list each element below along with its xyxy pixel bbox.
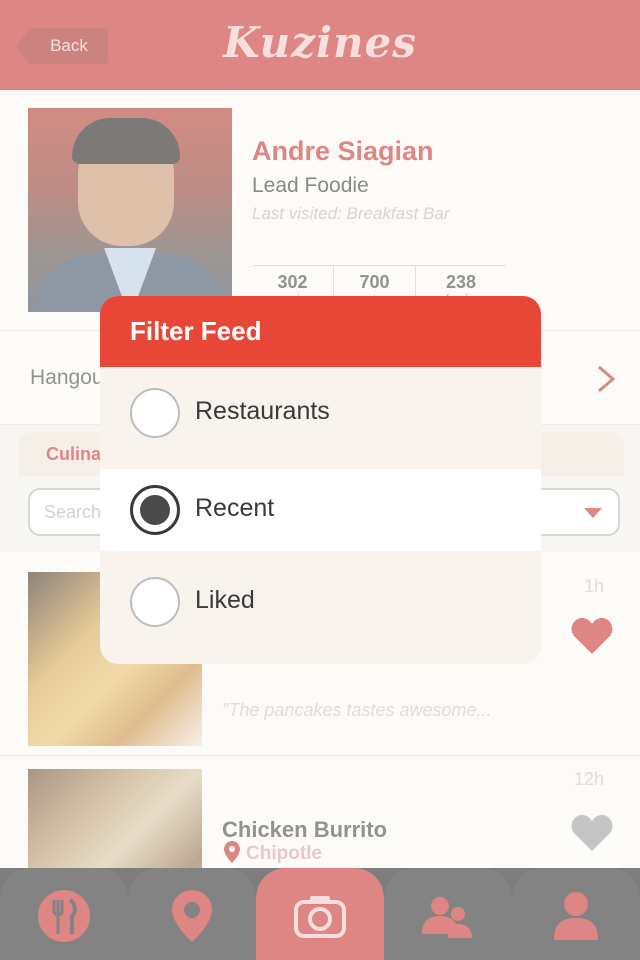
radio-button[interactable] xyxy=(130,388,180,438)
option-label: Liked xyxy=(195,586,255,614)
radio-button[interactable] xyxy=(130,577,180,627)
dialog-header: Filter Feed xyxy=(100,296,541,367)
option-label: Recent xyxy=(195,494,275,522)
filter-option-recent[interactable]: Recent xyxy=(100,469,541,551)
filter-option-restaurants[interactable]: Restaurants xyxy=(100,367,541,457)
filter-feed-dialog: Filter Feed Restaurants Recent Liked xyxy=(100,296,541,664)
filter-option-liked[interactable]: Liked xyxy=(100,557,541,647)
option-label: Restaurants xyxy=(195,397,330,425)
dialog-title: Filter Feed xyxy=(130,316,262,346)
radio-button-selected[interactable] xyxy=(130,485,180,535)
